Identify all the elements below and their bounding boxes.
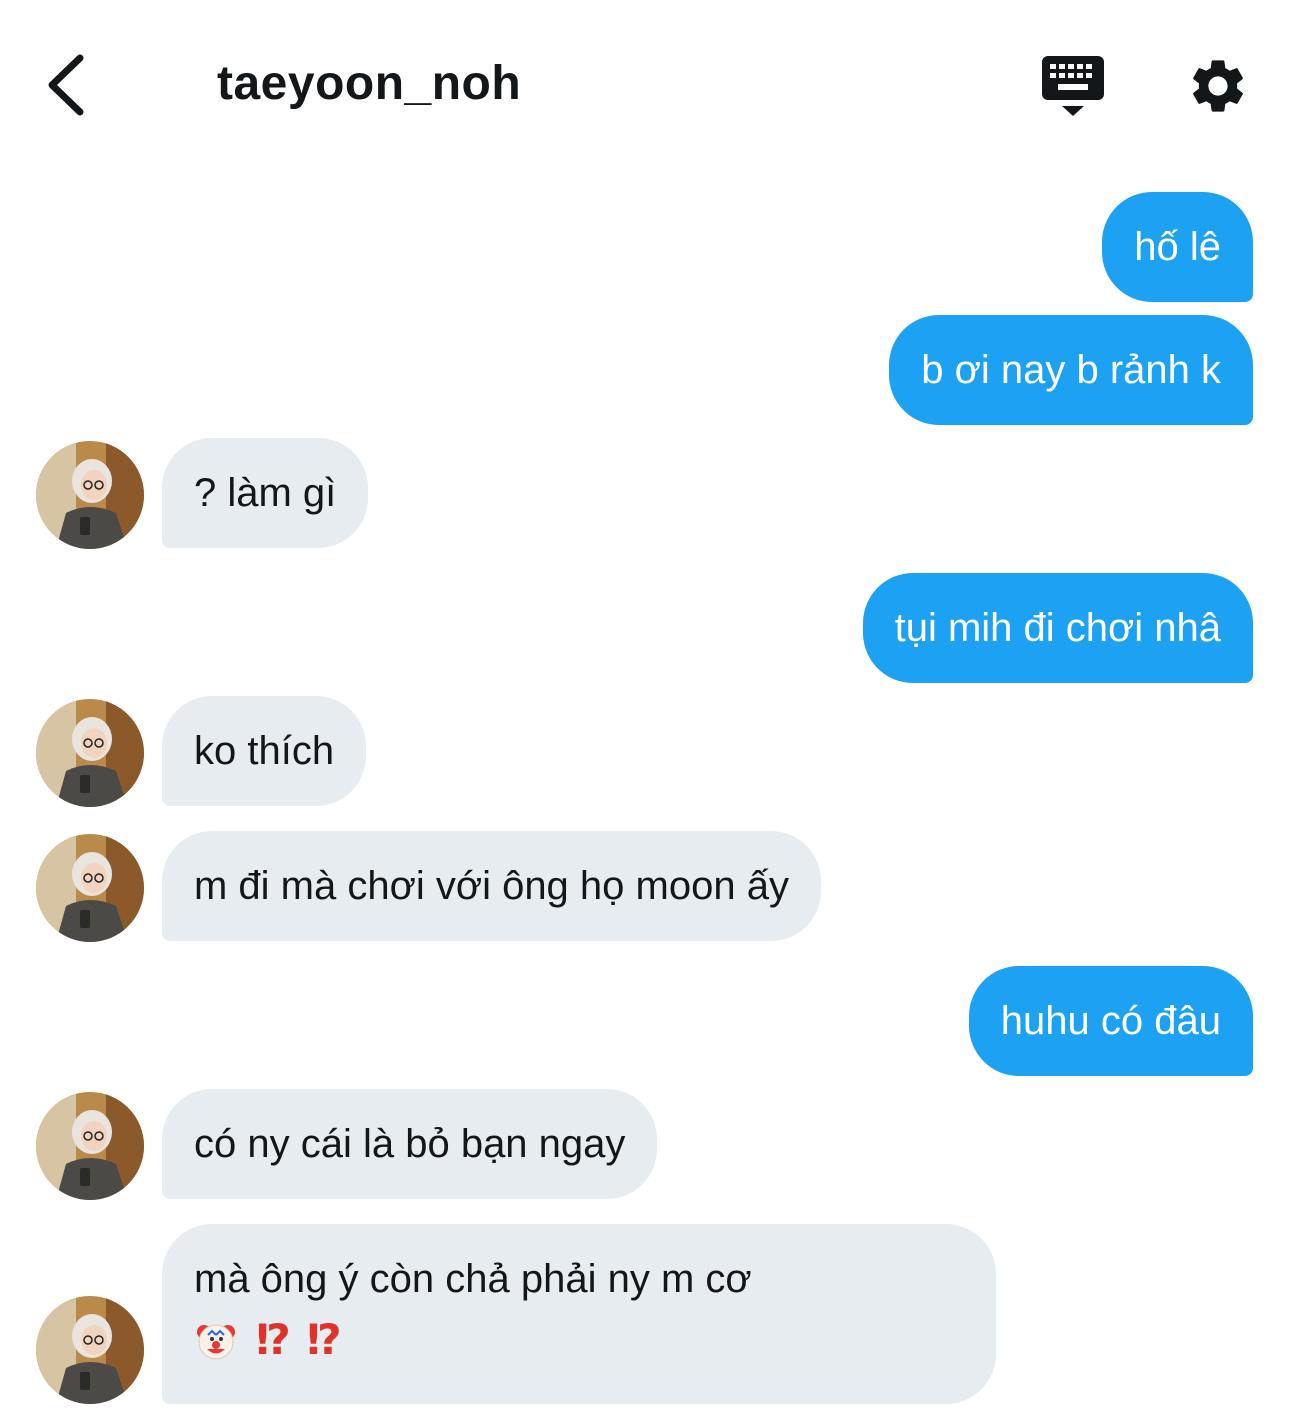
avatar[interactable] bbox=[36, 1296, 144, 1404]
message-incoming[interactable]: ko thích bbox=[162, 696, 367, 806]
avatar[interactable] bbox=[36, 834, 144, 942]
message-outgoing[interactable]: huhu có đâu bbox=[968, 966, 1253, 1076]
avatar[interactable] bbox=[36, 441, 144, 549]
message-outgoing[interactable]: hố lê bbox=[1102, 192, 1253, 302]
message-text: tụi mih đi chơi nhâ bbox=[894, 606, 1221, 650]
message-text: b ơi nay b rảnh k bbox=[921, 348, 1221, 392]
exclamation-question-icon: ⁉ bbox=[306, 1316, 342, 1363]
gear-icon bbox=[1193, 60, 1243, 112]
message-outgoing[interactable]: tụi mih đi chơi nhâ bbox=[862, 573, 1253, 683]
keyboard-icon bbox=[1042, 56, 1104, 116]
chat-header: taeyoon_noh bbox=[0, 0, 1290, 170]
keyboard-button[interactable] bbox=[1040, 54, 1108, 120]
conversation-username[interactable]: taeyoon_noh bbox=[217, 52, 521, 116]
message-text: ko thích bbox=[194, 729, 335, 773]
exclamation-question-icon: ⁉ bbox=[256, 1316, 291, 1363]
message-incoming[interactable]: ? làm gì bbox=[162, 438, 369, 548]
message-text: mà ông ý còn chả phải ny m cơ bbox=[194, 1257, 752, 1301]
message-text: ? làm gì bbox=[194, 471, 337, 515]
message-text: có ny cái là bỏ bạn ngay bbox=[194, 1122, 626, 1166]
message-incoming[interactable]: m đi mà chơi với ông họ moon ấy bbox=[162, 831, 821, 941]
message-outgoing[interactable]: b ơi nay b rảnh k bbox=[889, 315, 1253, 425]
avatar[interactable] bbox=[36, 699, 144, 807]
avatar[interactable] bbox=[36, 1092, 144, 1200]
back-button[interactable] bbox=[40, 50, 100, 120]
chevron-left-icon bbox=[48, 54, 84, 116]
message-text: huhu có đâu bbox=[1000, 999, 1221, 1043]
message-text: m đi mà chơi với ông họ moon ấy bbox=[194, 864, 789, 908]
emoji-line: ⁉ ⁉ bbox=[194, 1312, 964, 1368]
settings-button[interactable] bbox=[1186, 54, 1250, 118]
clown-face-icon bbox=[197, 1324, 235, 1360]
message-incoming[interactable]: mà ông ý còn chả phải ny m cơ ⁉ ⁉ bbox=[162, 1224, 996, 1404]
message-text: hố lê bbox=[1134, 225, 1221, 269]
message-incoming[interactable]: có ny cái là bỏ bạn ngay bbox=[162, 1089, 658, 1199]
